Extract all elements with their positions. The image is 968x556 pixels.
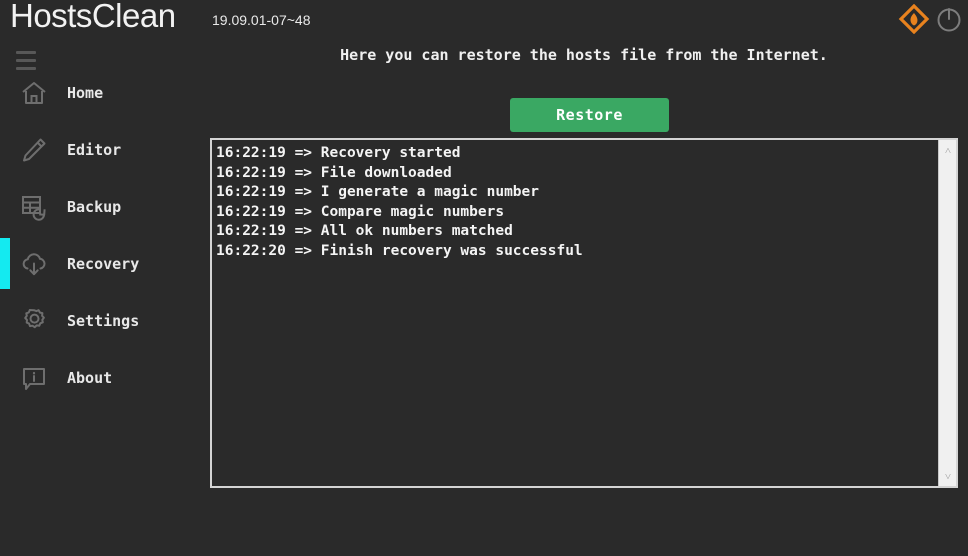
- sidebar-nav: Home Editor Backup Recovery Settings Abo…: [0, 64, 200, 406]
- home-icon: [17, 76, 51, 110]
- app-title: HostsClean: [10, 0, 176, 34]
- sidebar-item-label: Home: [67, 83, 104, 102]
- sidebar-item-label: Backup: [67, 197, 122, 216]
- pencil-icon: [17, 133, 51, 167]
- active-indicator: [0, 124, 10, 175]
- sidebar-item-label: About: [67, 368, 113, 387]
- sidebar-item-label: Recovery: [67, 254, 140, 273]
- application-window: HostsClean 19.09.01-07~48 Home Editor Ba…: [0, 0, 968, 556]
- sidebar: Home Editor Backup Recovery Settings Abo…: [0, 38, 200, 556]
- power-icon[interactable]: [934, 4, 964, 34]
- sidebar-item-home[interactable]: Home: [0, 64, 200, 121]
- active-indicator: [0, 238, 10, 289]
- log-output-text: 16:22:19 => Recovery started 16:22:19 =>…: [216, 145, 583, 259]
- flame-diamond-logo-icon: [898, 3, 930, 35]
- sidebar-item-backup[interactable]: Backup: [0, 178, 200, 235]
- sidebar-item-editor[interactable]: Editor: [0, 121, 200, 178]
- cloud-download-icon: [17, 247, 51, 281]
- page-subtitle: Here you can restore the hosts file from…: [340, 46, 828, 64]
- active-indicator: [0, 295, 10, 346]
- active-indicator: [0, 67, 10, 118]
- sidebar-item-label: Editor: [67, 140, 122, 159]
- active-indicator: [0, 181, 10, 232]
- title-bar: HostsClean 19.09.01-07~48: [0, 0, 968, 38]
- hamburger-line: [16, 59, 36, 62]
- sidebar-item-recovery[interactable]: Recovery: [0, 235, 200, 292]
- log-scrollbar[interactable]: ˄ ˅: [938, 140, 956, 486]
- scroll-down-arrow-icon[interactable]: ˅: [939, 468, 956, 484]
- active-indicator: [0, 352, 10, 403]
- gear-icon: [17, 304, 51, 338]
- app-version-label: 19.09.01-07~48: [212, 12, 311, 28]
- restore-button[interactable]: Restore: [510, 98, 669, 132]
- sidebar-item-about[interactable]: About: [0, 349, 200, 406]
- main-content: Here you can restore the hosts file from…: [200, 38, 968, 556]
- scroll-up-arrow-icon[interactable]: ˄: [939, 142, 956, 158]
- hamburger-line: [16, 51, 36, 54]
- sidebar-item-label: Settings: [67, 311, 140, 330]
- info-bubble-icon: [17, 361, 51, 395]
- sidebar-item-settings[interactable]: Settings: [0, 292, 200, 349]
- database-restore-icon: [17, 190, 51, 224]
- log-output-panel: 16:22:19 => Recovery started 16:22:19 =>…: [210, 138, 958, 488]
